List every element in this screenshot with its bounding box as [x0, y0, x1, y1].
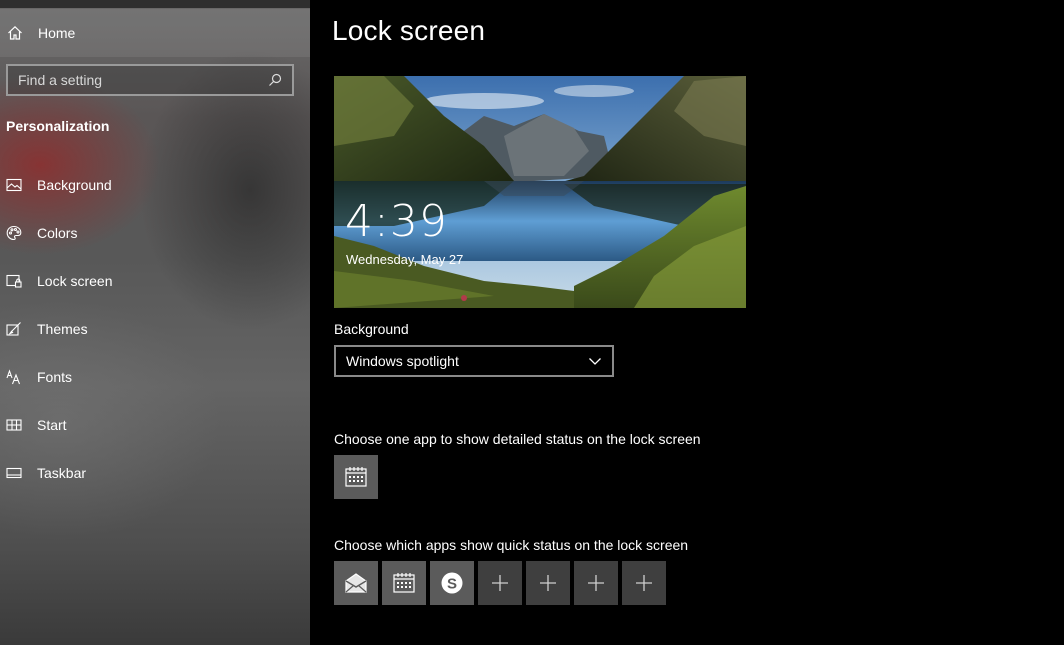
detailed-status-label: Choose one app to show detailed status o… [334, 431, 701, 447]
nav-fonts-label: Fonts [37, 369, 73, 385]
nav-lock-screen-label: Lock screen [37, 273, 113, 289]
plus-icon [636, 575, 652, 591]
nav-themes[interactable]: Themes [0, 305, 310, 353]
calendar-icon [393, 573, 415, 593]
background-dropdown-value: Windows spotlight [346, 353, 459, 369]
section-title: Personalization [6, 118, 110, 134]
preview-date: Wednesday, May 27 [346, 252, 464, 267]
lock-screen-icon [6, 273, 22, 289]
nav-background-label: Background [37, 177, 112, 193]
background-label: Background [334, 321, 409, 337]
nav-colors[interactable]: Colors [0, 209, 310, 257]
search-input[interactable] [18, 72, 248, 88]
nav-themes-label: Themes [37, 321, 88, 337]
quick-status-add-slot[interactable] [622, 561, 666, 605]
nav-start-label: Start [37, 417, 67, 433]
nav-home-label: Home [38, 25, 76, 41]
palette-icon [6, 225, 22, 241]
main-content: Lock screen 4:39 Wednesday, May 27 Backg… [310, 0, 1064, 645]
background-dropdown[interactable]: Windows spotlight [334, 345, 614, 377]
quick-status-add-slot[interactable] [574, 561, 618, 605]
preview-clock: 4:39 [345, 196, 448, 247]
quick-status-label: Choose which apps show quick status on t… [334, 537, 689, 553]
plus-icon [588, 575, 604, 591]
nav-home[interactable]: Home [0, 9, 310, 57]
quick-status-app-mail[interactable] [334, 561, 378, 605]
nav-taskbar-label: Taskbar [37, 465, 87, 481]
plus-icon [492, 575, 508, 591]
nav-start[interactable]: Start [0, 401, 310, 449]
mail-icon [345, 573, 367, 593]
detailed-status-app-calendar[interactable] [334, 455, 378, 499]
preview-landscape-image [334, 76, 746, 308]
plus-icon [540, 575, 556, 591]
nav-background[interactable]: Background [0, 161, 310, 209]
nav-fonts[interactable]: Fonts [0, 353, 310, 401]
calendar-icon [345, 467, 367, 487]
title-bar-strip [0, 0, 310, 8]
quick-status-app-calendar[interactable] [382, 561, 426, 605]
quick-status-add-slot[interactable] [526, 561, 570, 605]
themes-icon [6, 321, 22, 337]
nav-lock-screen[interactable]: Lock screen [0, 257, 310, 305]
nav-colors-label: Colors [37, 225, 78, 241]
lock-screen-preview: 4:39 Wednesday, May 27 [334, 76, 746, 308]
search-icon[interactable] [268, 73, 282, 87]
nav-taskbar[interactable]: Taskbar [0, 449, 310, 497]
chevron-down-icon [589, 358, 601, 365]
search-box[interactable] [6, 64, 294, 96]
skype-icon: S [441, 572, 463, 594]
picture-icon [6, 177, 22, 193]
fonts-icon [6, 369, 22, 385]
home-icon [7, 25, 23, 41]
quick-status-app-skype[interactable]: S [430, 561, 474, 605]
sidebar: Home Personalization Background [0, 0, 310, 645]
quick-status-add-slot[interactable] [478, 561, 522, 605]
start-icon [6, 417, 22, 433]
page-title: Lock screen [332, 15, 486, 46]
taskbar-icon [6, 465, 22, 481]
svg-text:S: S [447, 576, 457, 593]
